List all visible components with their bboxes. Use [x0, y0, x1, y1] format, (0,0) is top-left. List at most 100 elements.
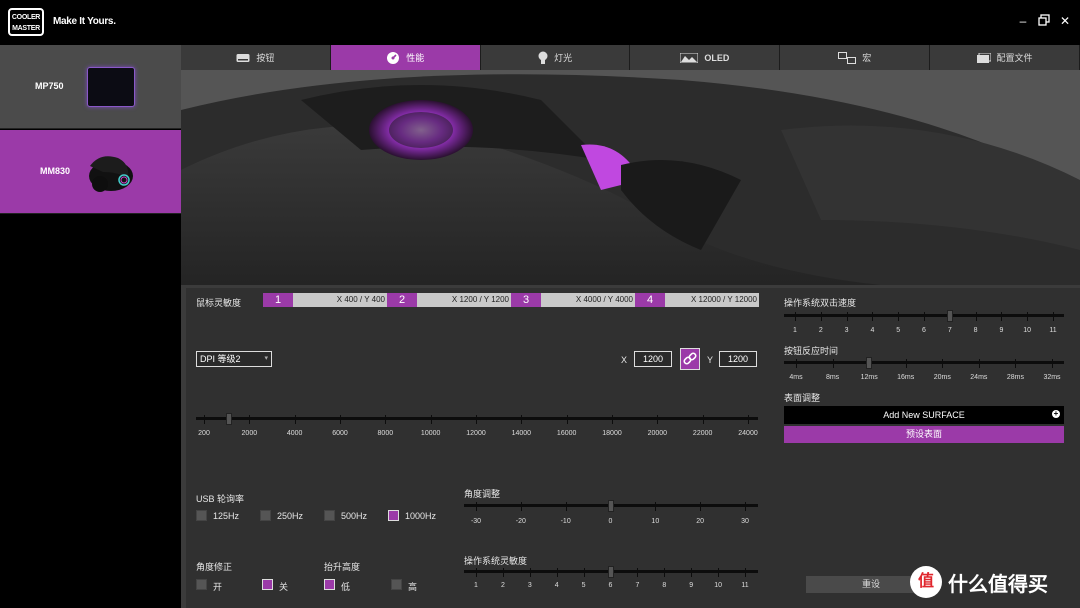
slider-tick-label: 6 [922, 327, 926, 334]
dpi-slider-track[interactable] [196, 417, 758, 420]
slider-tick-label: 2 [500, 582, 505, 589]
tab-performance[interactable]: 性能 [330, 45, 481, 70]
slider-tick-label: 24ms [970, 374, 988, 381]
polling-500-checkbox[interactable] [324, 510, 335, 521]
polling-1000-checkbox[interactable] [388, 510, 399, 521]
preset-surface-button[interactable]: 预设表面 [784, 426, 1064, 443]
angle-slider-knob[interactable] [607, 500, 614, 512]
slider-tick-label: 4ms [789, 374, 803, 381]
dpi-slider-knob[interactable] [226, 413, 233, 425]
slider-tick-label: 5 [896, 327, 901, 334]
slider-tick-label: 20 [696, 518, 705, 525]
lift-off-high-label: 高 [408, 582, 418, 592]
slider-tick-label: 12ms [860, 374, 878, 381]
double-click-knob[interactable] [946, 310, 953, 322]
lift-off-low-checkbox[interactable] [324, 579, 335, 590]
slider-tick-label: 10000 [420, 430, 441, 437]
slider-tick [476, 415, 477, 424]
dpi-level-select[interactable]: DPI 等级2 ▾ [196, 351, 272, 367]
device-name: MP750 [35, 81, 64, 91]
os-sensitivity-knob[interactable] [607, 566, 614, 578]
slider-tick [655, 502, 657, 511]
tab-profiles[interactable]: 配置文件 [930, 45, 1080, 70]
lift-off-high-checkbox[interactable] [391, 579, 402, 590]
display-icon [680, 52, 699, 63]
tab-label: 灯光 [554, 53, 573, 63]
dpi-stage-1[interactable]: 1 X 400 / Y 400 [263, 293, 387, 307]
dpi-stage-4[interactable]: 4 X 12000 / Y 12000 [635, 293, 759, 307]
tab-oled[interactable]: OLED [630, 45, 781, 70]
mouse-hero-image [181, 70, 1080, 285]
slider-tick-label: 8 [973, 327, 978, 334]
slider-tick [795, 312, 796, 321]
polling-125-label: 125Hz [213, 511, 240, 521]
slider-tick-label: 24000 [738, 430, 758, 437]
polling-500-label: 500Hz [341, 511, 368, 521]
device-item-mp750[interactable]: MP750 [0, 45, 181, 129]
slider-tick-label: 32ms [1043, 374, 1061, 381]
slider-tick-label: 8000 [377, 430, 394, 437]
polling-250-checkbox[interactable] [260, 510, 271, 521]
slider-tick-label: 2000 [241, 430, 258, 437]
slider-tick [832, 359, 834, 368]
slider-tick [942, 359, 944, 368]
tab-buttons[interactable]: 按钮 [181, 45, 331, 70]
slider-tick [1052, 359, 1053, 368]
slider-tick [565, 502, 567, 511]
slider-tick [583, 568, 585, 577]
slider-tick-label: 8ms [825, 374, 840, 381]
slider-tick [1001, 312, 1003, 321]
x-label: X [621, 355, 628, 365]
dpi-x-input[interactable]: 1200 [634, 351, 672, 367]
slider-tick [476, 568, 477, 577]
slider-tick [566, 415, 568, 424]
slider-tick-label: 30 [741, 518, 749, 525]
tab-label: OLED [704, 52, 730, 63]
angle-snap-on-checkbox[interactable] [196, 579, 207, 590]
dpi-y-input[interactable]: 1200 [719, 351, 757, 367]
add-surface-button[interactable]: Add New SURFACE [784, 406, 1064, 424]
slider-tick-label: -20 [515, 518, 526, 525]
link-xy-button[interactable] [680, 348, 700, 370]
angle-snap-title: 角度修正 [196, 562, 233, 572]
slider-tick [820, 312, 822, 321]
angle-snap-off-checkbox[interactable] [262, 579, 273, 590]
tab-macro[interactable]: 宏 [780, 45, 931, 70]
stage-number: 3 [511, 293, 541, 307]
dpi-stage-3[interactable]: 3 X 4000 / Y 4000 [511, 293, 635, 307]
slider-tick-label: 9 [999, 327, 1004, 334]
lift-off-low-label: 低 [341, 582, 351, 592]
response-time-title: 按钮反应时间 [784, 346, 839, 356]
slider-tick [521, 415, 523, 424]
mousepad-image [87, 67, 135, 107]
slider-tick [700, 502, 702, 511]
slider-tick [340, 415, 341, 424]
slider-tick-label: 11 [1049, 327, 1057, 334]
watermark: 值 什么值得买 [910, 566, 1048, 598]
slider-tick [796, 359, 797, 368]
tab-lighting[interactable]: 灯光 [480, 45, 631, 70]
minimize-icon[interactable]: – [1016, 14, 1030, 28]
dpi-stage-2[interactable]: 2 X 1200 / Y 1200 [387, 293, 511, 307]
slider-tick [294, 415, 296, 424]
slider-tick-label: 4000 [286, 430, 303, 437]
response-time-track[interactable] [784, 361, 1064, 364]
close-icon[interactable]: ✕ [1058, 14, 1072, 28]
device-item-mm830[interactable]: MM830 [0, 130, 181, 214]
response-time-knob[interactable] [866, 357, 873, 369]
polling-125-checkbox[interactable] [196, 510, 207, 521]
slider-tick-label: 1 [474, 582, 478, 589]
slider-tick-label: 6 [608, 582, 613, 589]
slider-tick [718, 568, 720, 577]
restore-icon[interactable] [1037, 14, 1051, 28]
slider-tick-label: 4 [870, 327, 875, 334]
slider-tick-label: -30 [470, 518, 482, 525]
slider-tick-label: 6000 [332, 430, 348, 437]
slider-tick-label: 5 [581, 582, 586, 589]
chain-link-icon [683, 352, 697, 365]
tab-label: 配置文件 [996, 53, 1033, 63]
slider-tick-label: 8 [662, 582, 667, 589]
slider-tick [430, 415, 432, 424]
slider-tick [702, 415, 704, 424]
slider-tick [657, 415, 659, 424]
